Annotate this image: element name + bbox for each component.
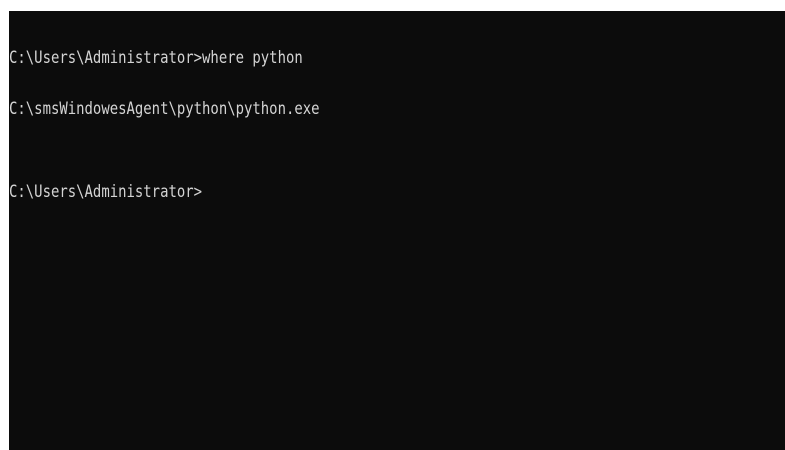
console-line-output: C:\smsWindowesAgent\python\python.exe bbox=[9, 99, 320, 119]
console-line-prompt[interactable]: C:\Users\Administrator> bbox=[9, 180, 202, 204]
console-line-command: C:\Users\Administrator>where python bbox=[9, 48, 303, 68]
console-window[interactable]: C:\Users\Administrator>where python C:\s… bbox=[9, 11, 785, 450]
